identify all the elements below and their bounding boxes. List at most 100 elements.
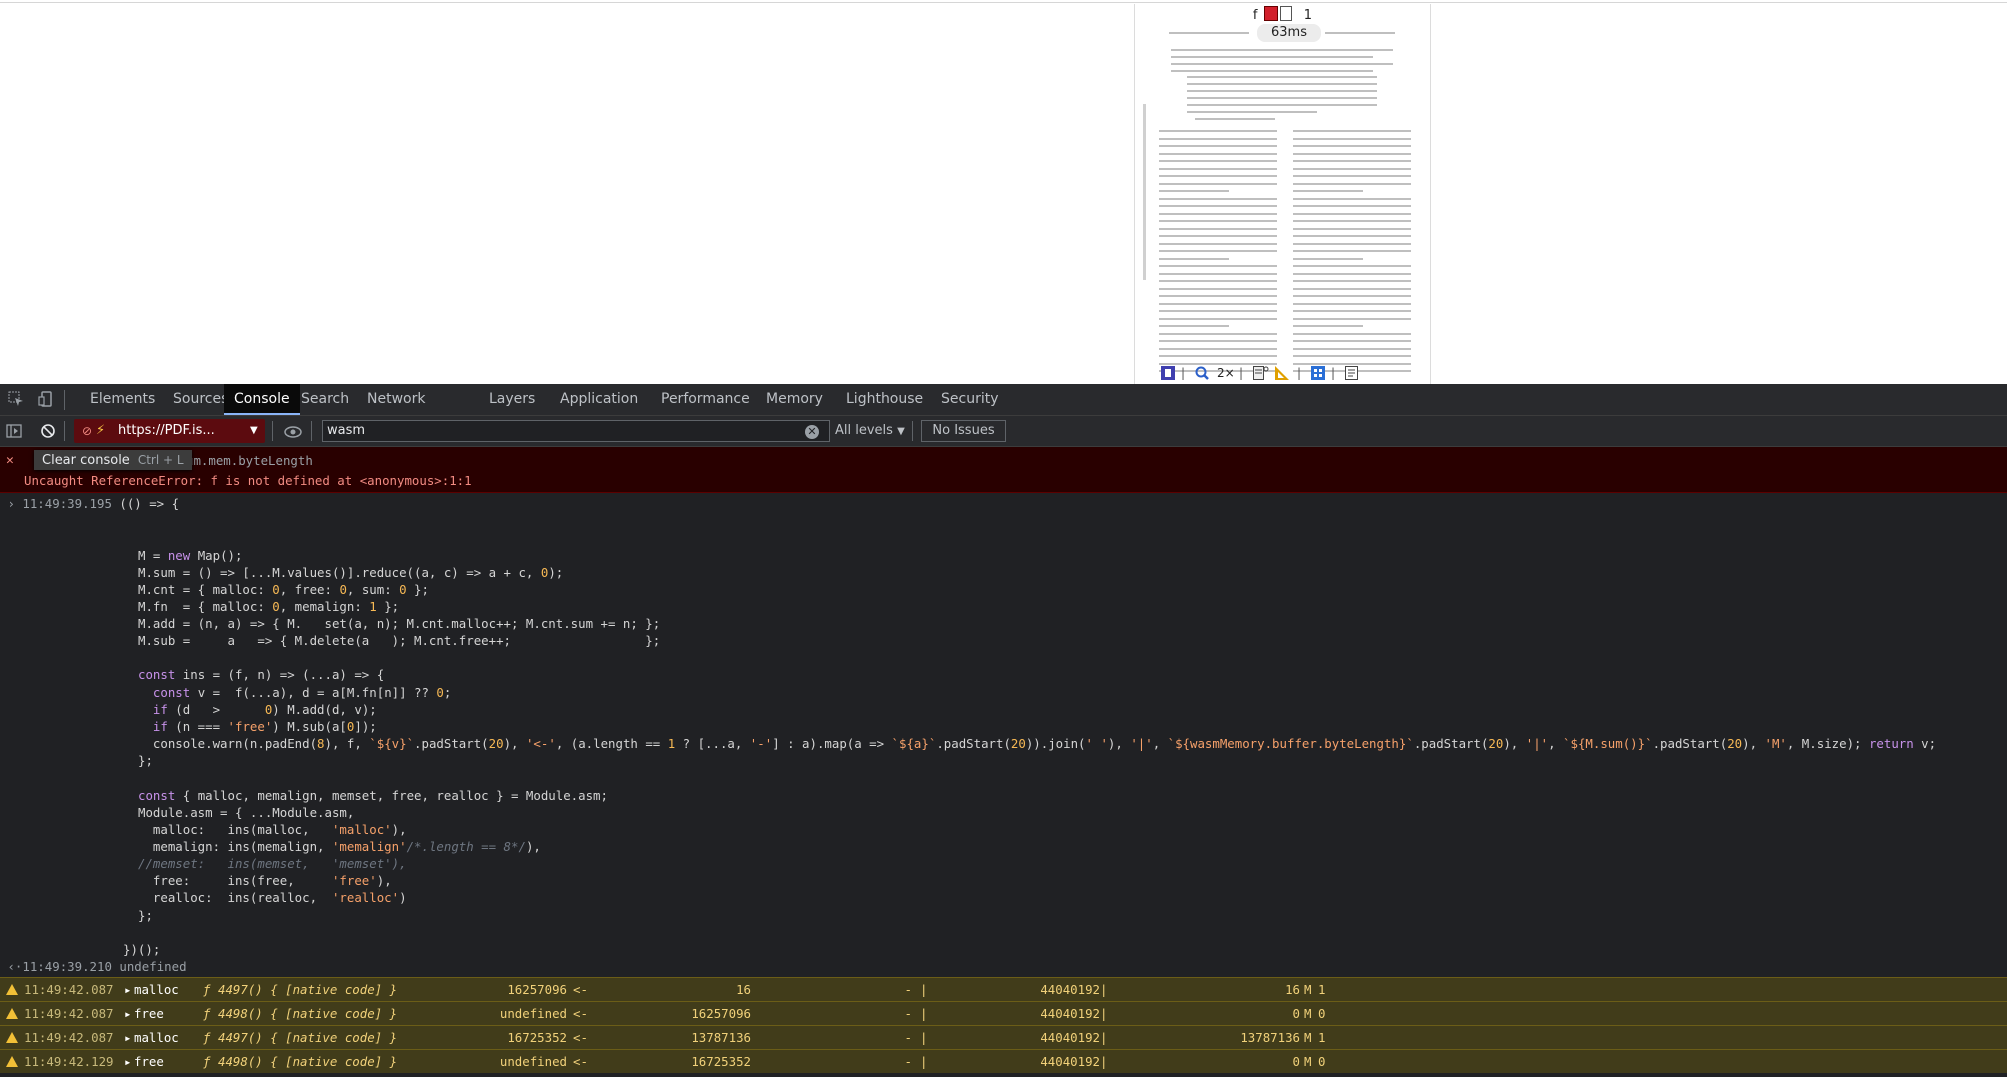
result-value: undefined: [119, 959, 187, 974]
return-value: undefined: [499, 1054, 567, 1069]
console-result-line: ‹·11:49:39.210 undefined: [0, 959, 187, 975]
console-warning-row[interactable]: 11:49:42.129 ▸ free ƒ 4498() { [native code]…: [0, 1049, 2007, 1073]
pdf-page-number: 1: [1303, 8, 1313, 23]
pdf-text-line: [1159, 287, 1277, 290]
divider: [311, 421, 312, 441]
sum-value: 0: [1292, 1054, 1300, 1069]
pdf-text-line: [1171, 70, 1373, 72]
page-settings-icon[interactable]: [1253, 366, 1269, 383]
pdf-text-line: [1293, 182, 1411, 185]
function-signature: 4498() { [native code] }: [218, 1054, 398, 1069]
issues-button[interactable]: No Issues: [921, 420, 1006, 442]
arrow-text: <-: [573, 1030, 588, 1045]
document-icon[interactable]: [1279, 6, 1292, 21]
pdf-text-line: [1159, 272, 1277, 275]
pdf-text-line: [1159, 175, 1277, 177]
function-signature: 4498() { [native code] }: [218, 1006, 398, 1021]
tooltip-label: Clear console: [42, 453, 130, 468]
inspect-element-icon[interactable]: [8, 391, 24, 407]
pdf-text-line: [1187, 83, 1377, 85]
pdf-text-line: [1293, 257, 1363, 260]
pdf-text-line: [1293, 347, 1411, 350]
tooltip-shortcut: Ctrl + L: [137, 453, 184, 467]
pdf-bottom-toolbar: | 2× | | |: [1135, 362, 1430, 384]
warning-icon: [6, 1032, 18, 1043]
pdf-text-line: [1293, 212, 1411, 215]
pdf-text-line: [1171, 56, 1373, 58]
function-icon: ƒ: [203, 1030, 211, 1045]
pdf-text-line: [1187, 76, 1377, 78]
warning-name: free: [134, 1054, 164, 1069]
memory-bytes: 44040192: [1040, 1006, 1100, 1021]
pdf-text-line: [1293, 310, 1411, 312]
console-output[interactable]: ✕ um.mem.byteLength Uncaught ReferenceEr…: [0, 447, 2007, 1077]
pdf-text-line: [1159, 355, 1277, 357]
tab-performance[interactable]: Performance: [651, 384, 760, 415]
code-line: })();: [123, 942, 161, 957]
pdf-text-line: [1293, 317, 1411, 320]
code-line: if (d > 0) M.add(d, v);: [152, 702, 377, 717]
tab-security[interactable]: Security: [931, 384, 1009, 415]
console-warning-row[interactable]: 11:49:42.087 ▸ malloc ƒ 4497() { [native cod…: [0, 977, 2007, 1001]
tab-memory[interactable]: Memory: [756, 384, 833, 415]
clear-filter-icon[interactable]: ✕: [805, 425, 819, 439]
pdf-text-line: [1187, 90, 1377, 92]
divider: [64, 390, 65, 410]
divider: [64, 421, 65, 441]
code-line: M.cnt = { malloc: 0, free: 0, sum: 0 };: [138, 582, 429, 597]
tab-search[interactable]: Search: [291, 384, 359, 415]
function-icon: ƒ: [203, 1054, 211, 1069]
clear-console-icon[interactable]: [40, 423, 56, 439]
log-levels-dropdown[interactable]: All levels ▼: [835, 420, 905, 443]
pdf-text-line: [1293, 272, 1411, 275]
chevron-down-icon: ▼: [897, 426, 905, 437]
record-icon[interactable]: [1263, 6, 1278, 21]
pdf-text-line: [1187, 104, 1377, 106]
memory-bytes: 44040192: [1040, 982, 1100, 997]
devtools-tab-bar: Elements Sources Console Search Network Layer…: [0, 384, 2007, 416]
tab-console[interactable]: Console: [224, 384, 300, 415]
arg-value: 13787136: [691, 1030, 751, 1045]
ruler-icon[interactable]: [1275, 366, 1289, 383]
pdf-text-line: [1293, 265, 1411, 267]
pdf-text-line: [1293, 325, 1363, 327]
zoom-level[interactable]: 2×: [1217, 366, 1235, 380]
console-warning-row[interactable]: 11:49:42.087 ▸ malloc ƒ 4497() { [native cod…: [0, 1025, 2007, 1049]
error-message: ✕ um.mem.byteLength Uncaught ReferenceEr…: [0, 447, 2007, 493]
pdf-text-line: [1293, 227, 1411, 230]
tab-application[interactable]: Application: [550, 384, 648, 415]
function-icon: ƒ: [203, 1006, 211, 1021]
error-icon: ✕: [6, 453, 14, 468]
pdf-text-line: [1159, 167, 1277, 170]
zoom-icon[interactable]: [1195, 366, 1209, 383]
pdf-preview[interactable]: f 1 63ms | 2× | | |: [1134, 4, 1431, 384]
pdf-text-line: [1159, 220, 1277, 222]
device-toolbar-icon[interactable]: [38, 391, 54, 407]
divider: [912, 421, 913, 441]
grid-icon[interactable]: [1311, 366, 1325, 383]
pdf-text-line: [1159, 317, 1277, 320]
code-line: malloc: ins(malloc, 'malloc'),: [138, 822, 407, 837]
code-line: M.sum = () => [...M.values()].reduce((a,…: [138, 565, 564, 580]
tab-network[interactable]: Network: [357, 384, 435, 415]
javascript-context-select[interactable]: ⊘ ⚡ https://PDF.is... ▼: [74, 419, 265, 443]
sidebar-toggle-icon[interactable]: [6, 423, 22, 439]
pdf-text-line: [1293, 137, 1411, 140]
fit-icon[interactable]: [1161, 366, 1175, 383]
code-line: if (n === 'free') M.sub(a[0]);: [152, 719, 377, 734]
eye-icon[interactable]: [284, 424, 302, 440]
pdf-text-line: [1293, 190, 1363, 192]
tab-elements[interactable]: Elements: [80, 384, 165, 415]
console-filter-input[interactable]: wasm: [322, 420, 830, 442]
notes-icon[interactable]: [1345, 366, 1359, 383]
memory-bytes: 44040192: [1040, 1054, 1100, 1069]
console-warning-row[interactable]: 11:49:42.087 ▸ free ƒ 4498() { [native code]…: [0, 1001, 2007, 1025]
tab-lighthouse[interactable]: Lighthouse: [836, 384, 933, 415]
arg-value: 16725352: [691, 1054, 751, 1069]
pdf-text-line: [1293, 205, 1411, 207]
sum-value: 16: [1285, 982, 1300, 997]
pdf-text-line: [1159, 332, 1277, 335]
tab-layers[interactable]: Layers: [479, 384, 545, 415]
pdf-text-line: [1159, 295, 1277, 297]
return-value: undefined: [499, 1006, 567, 1021]
